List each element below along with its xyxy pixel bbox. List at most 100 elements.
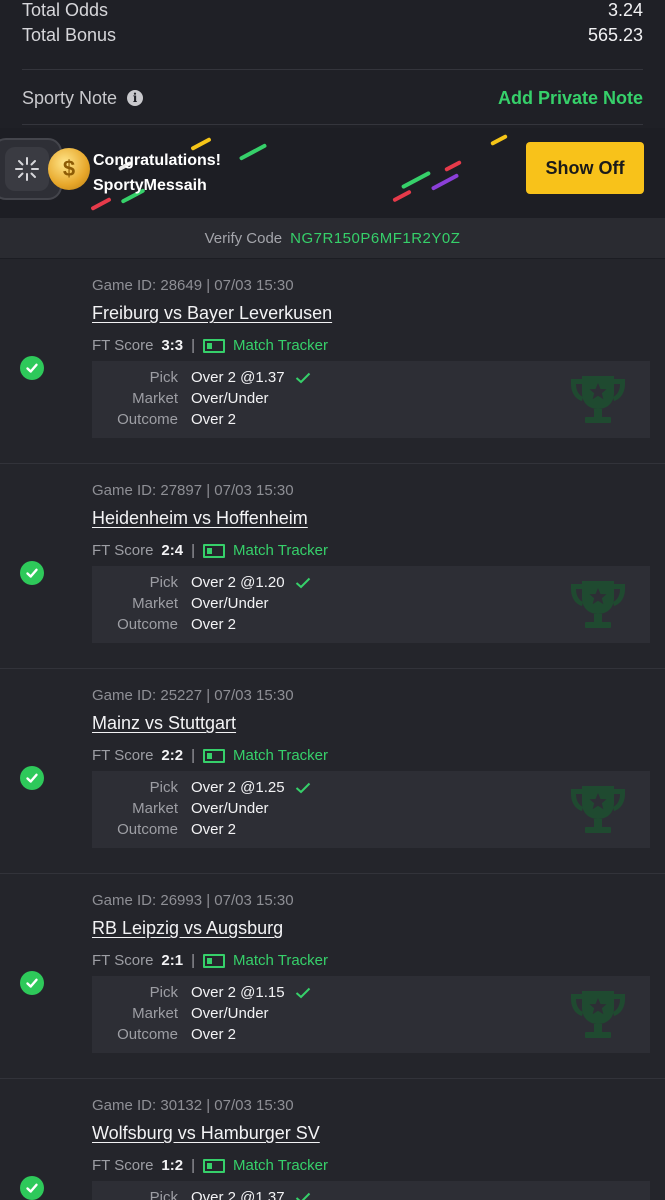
- pick-details: Pick Over 2 @1.37: [92, 1181, 650, 1200]
- match-tracker-link[interactable]: Match Tracker: [203, 542, 328, 559]
- pick-details: Pick Over 2 @1.25 Market Over/Under Outc…: [92, 771, 650, 848]
- match-tracker-label: Match Tracker: [233, 747, 329, 764]
- market-row: Market Over/Under: [92, 390, 269, 407]
- ft-score-value: 2:4: [161, 542, 184, 559]
- trophy-icon: [571, 376, 625, 423]
- pick-value-wrap: Over 2 @1.25: [191, 779, 311, 796]
- total-bonus-row: Total Bonus 565.23: [22, 25, 643, 46]
- match-name-link[interactable]: Wolfsburg vs Hamburger SV: [92, 1123, 320, 1144]
- confetti-streak: [392, 189, 412, 203]
- game-id: Game ID: 27897 | 07/03 15:30: [92, 482, 294, 499]
- congrats-banner: $ Congratulations! SportyMessaih Show Of…: [0, 128, 665, 218]
- outcome-label: Outcome: [117, 616, 178, 633]
- sporty-note-text: Sporty Note: [22, 87, 118, 108]
- trophy-icon: [571, 991, 625, 1038]
- confetti-streak: [490, 134, 508, 146]
- outcome-value: Over 2: [191, 1026, 237, 1043]
- match-name-link[interactable]: RB Leipzig vs Augsburg: [92, 918, 283, 939]
- pick-row: Pick Over 2 @1.15: [92, 984, 311, 1001]
- market-value: Over/Under: [191, 390, 269, 407]
- match-tracker-link[interactable]: Match Tracker: [203, 1157, 328, 1174]
- pick-label: Pick: [149, 984, 178, 1001]
- game-card: Game ID: 26993 | 07/03 15:30 RB Leipzig …: [0, 874, 665, 1079]
- separator: |: [191, 1157, 195, 1174]
- score-row: FT Score 2:1 | Match Tracker: [92, 952, 328, 969]
- pick-label: Pick: [149, 369, 178, 386]
- separator: |: [191, 337, 195, 354]
- ft-score-label: FT Score: [92, 952, 154, 969]
- outcome-value: Over 2: [191, 821, 237, 838]
- market-value: Over/Under: [191, 1005, 269, 1022]
- separator: |: [191, 542, 195, 559]
- match-tracker-link[interactable]: Match Tracker: [203, 952, 328, 969]
- pick-label: Pick: [149, 1189, 178, 1200]
- sporty-note-label: Sporty Note i: [22, 87, 144, 109]
- match-tracker-icon: [203, 1158, 225, 1173]
- total-bonus-value: 565.23: [587, 25, 643, 45]
- score-row: FT Score 1:2 | Match Tracker: [92, 1157, 328, 1174]
- pick-check-icon: [295, 782, 310, 793]
- verify-code-value[interactable]: NG7R150P6MF1R2Y0Z: [290, 230, 460, 247]
- won-check-icon: [20, 971, 44, 995]
- game-card: Game ID: 28649 | 07/03 15:30 Freiburg vs…: [0, 259, 665, 464]
- coin-icon: $: [48, 148, 90, 190]
- total-odds-row: Total Odds 3.24: [22, 0, 643, 21]
- pick-check-icon: [295, 577, 310, 588]
- match-tracker-icon: [203, 543, 225, 558]
- market-label: Market: [132, 595, 178, 612]
- sparkle-icon: [5, 147, 49, 191]
- add-private-note-link[interactable]: Add Private Note: [498, 88, 643, 109]
- ft-score-value: 2:1: [161, 952, 184, 969]
- pick-value: Over 2 @1.25: [191, 779, 285, 796]
- total-odds-value: 3.24: [607, 0, 643, 20]
- show-off-button[interactable]: Show Off: [526, 142, 644, 194]
- username: SportyMessaih: [93, 177, 207, 194]
- verify-code-label: Verify Code: [204, 229, 283, 247]
- game-id: Game ID: 30132 | 07/03 15:30: [92, 1097, 294, 1114]
- sporty-note-row: Sporty Note i Add Private Note: [22, 86, 643, 110]
- match-tracker-link[interactable]: Match Tracker: [203, 747, 328, 764]
- market-value: Over/Under: [191, 595, 269, 612]
- outcome-row: Outcome Over 2: [92, 616, 236, 633]
- confetti-streak: [430, 173, 460, 191]
- pick-label: Pick: [149, 779, 178, 796]
- match-tracker-icon: [203, 338, 225, 353]
- ft-score-value: 1:2: [161, 1157, 184, 1174]
- trophy-icon: [571, 581, 625, 628]
- match-tracker-link[interactable]: Match Tracker: [203, 337, 328, 354]
- market-row: Market Over/Under: [92, 1005, 269, 1022]
- outcome-label: Outcome: [117, 1026, 178, 1043]
- match-tracker-label: Match Tracker: [233, 1157, 329, 1174]
- confetti-streak: [238, 143, 268, 161]
- match-tracker-label: Match Tracker: [233, 337, 329, 354]
- total-odds-label: Total Odds: [22, 0, 109, 20]
- match-tracker-label: Match Tracker: [233, 952, 329, 969]
- pick-row: Pick Over 2 @1.37: [92, 369, 311, 386]
- match-tracker-icon: [203, 748, 225, 763]
- confetti-streak: [90, 197, 112, 211]
- match-tracker-icon: [203, 953, 225, 968]
- pick-value: Over 2 @1.37: [191, 1189, 285, 1200]
- pick-value: Over 2 @1.15: [191, 984, 285, 1001]
- info-icon[interactable]: i: [127, 90, 144, 106]
- ft-score-label: FT Score: [92, 747, 154, 764]
- total-bonus-label: Total Bonus: [22, 25, 117, 45]
- ft-score-label: FT Score: [92, 542, 154, 559]
- pick-details: Pick Over 2 @1.20 Market Over/Under Outc…: [92, 566, 650, 643]
- pick-row: Pick Over 2 @1.25: [92, 779, 311, 796]
- congrats-text: Congratulations! SportyMessaih: [93, 148, 221, 198]
- game-id: Game ID: 26993 | 07/03 15:30: [92, 892, 294, 909]
- confetti-streak: [444, 160, 462, 172]
- pick-details: Pick Over 2 @1.37 Market Over/Under Outc…: [92, 361, 650, 438]
- match-name-link[interactable]: Heidenheim vs Hoffenheim: [92, 508, 308, 529]
- market-label: Market: [132, 800, 178, 817]
- outcome-row: Outcome Over 2: [92, 411, 236, 428]
- pick-value-wrap: Over 2 @1.37: [191, 369, 311, 386]
- pick-row: Pick Over 2 @1.20: [92, 574, 311, 591]
- pick-value: Over 2 @1.20: [191, 574, 285, 591]
- congrats-line: Congratulations!: [93, 152, 221, 169]
- match-name-link[interactable]: Freiburg vs Bayer Leverkusen: [92, 303, 332, 324]
- pick-value-wrap: Over 2 @1.37: [191, 1189, 311, 1200]
- game-card: Game ID: 27897 | 07/03 15:30 Heidenheim …: [0, 464, 665, 669]
- match-name-link[interactable]: Mainz vs Stuttgart: [92, 713, 236, 734]
